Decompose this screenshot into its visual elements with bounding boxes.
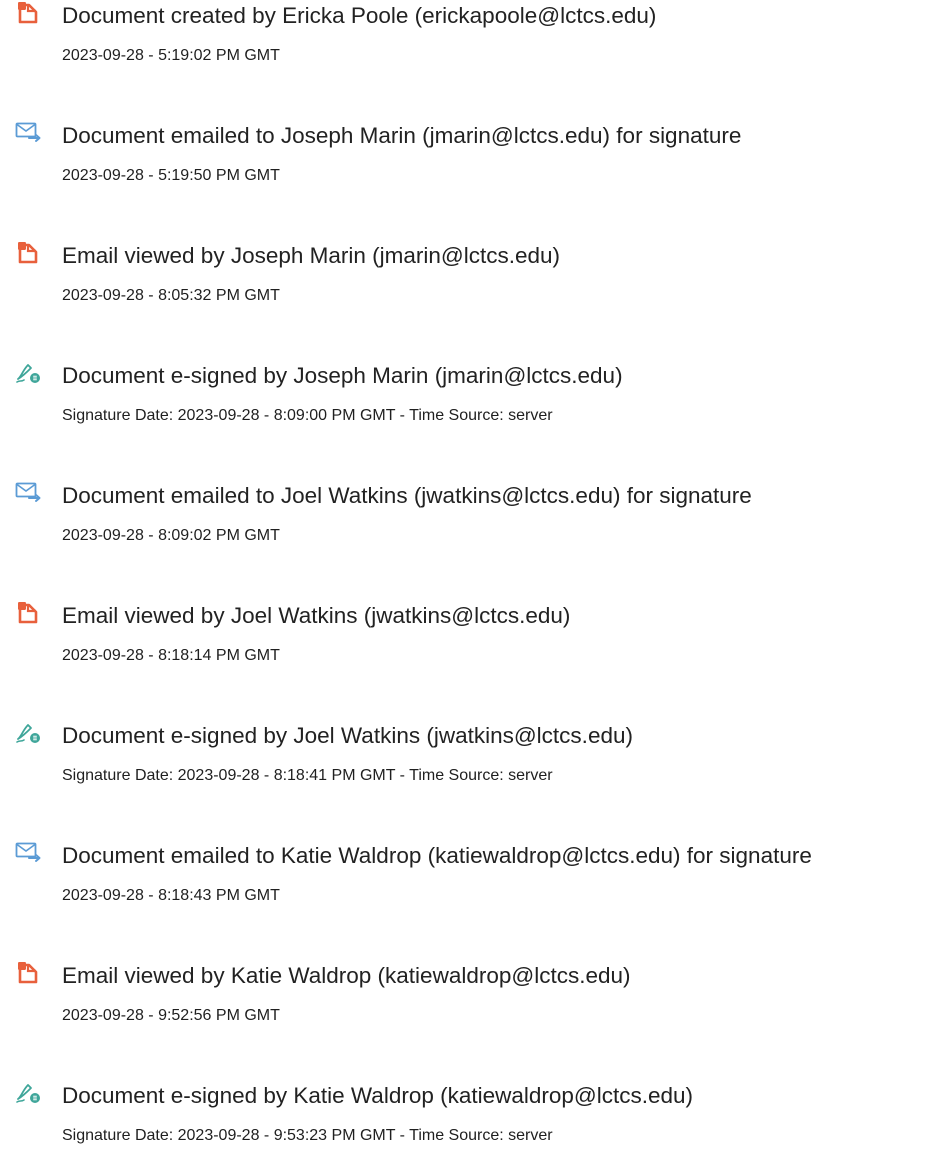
email-icon xyxy=(15,840,43,868)
document-icon xyxy=(15,960,43,988)
entry-title: Document e-signed by Katie Waldrop (kati… xyxy=(62,1083,694,1108)
esign-icon xyxy=(15,360,43,388)
entry-title: Document e-signed by Joseph Marin (jmari… xyxy=(62,363,623,388)
entry-timestamp: 2023-09-28 - 8:09:02 PM GMT xyxy=(62,527,280,544)
document-icon xyxy=(15,600,43,628)
log-entry: Document emailed to Joel Watkins (jwatki… xyxy=(0,480,952,560)
log-entry: Email viewed by Katie Waldrop (katiewald… xyxy=(0,960,952,1040)
entry-title: Document emailed to Joseph Marin (jmarin… xyxy=(62,123,742,148)
esign-icon xyxy=(15,720,43,748)
entry-timestamp: 2023-09-28 - 8:05:32 PM GMT xyxy=(62,287,280,304)
log-entry: Email viewed by Joseph Marin (jmarin@lct… xyxy=(0,240,952,320)
entry-title: Email viewed by Joseph Marin (jmarin@lct… xyxy=(62,243,561,268)
email-icon xyxy=(15,120,43,148)
document-icon xyxy=(15,0,43,28)
log-entry: Email viewed by Joel Watkins (jwatkins@l… xyxy=(0,600,952,680)
entry-title: Email viewed by Joel Watkins (jwatkins@l… xyxy=(62,603,571,628)
entry-timestamp: 2023-09-28 - 5:19:02 PM GMT xyxy=(62,47,280,64)
entry-timestamp: Signature Date: 2023-09-28 - 9:53:23 PM … xyxy=(62,1127,553,1144)
document-icon xyxy=(15,240,43,268)
email-icon xyxy=(15,480,43,508)
log-entry: Document e-signed by Joel Watkins (jwatk… xyxy=(0,720,952,800)
entry-timestamp: 2023-09-28 - 9:52:56 PM GMT xyxy=(62,1007,280,1024)
entry-title: Document emailed to Joel Watkins (jwatki… xyxy=(62,483,752,508)
entry-title: Document created by Ericka Poole (ericka… xyxy=(62,3,657,28)
esign-icon xyxy=(15,1080,43,1108)
log-entry: Document created by Ericka Poole (ericka… xyxy=(0,0,952,80)
entry-title: Email viewed by Katie Waldrop (katiewald… xyxy=(62,963,631,988)
log-entry: Document e-signed by Katie Waldrop (kati… xyxy=(0,1080,952,1160)
log-entry: Document e-signed by Joseph Marin (jmari… xyxy=(0,360,952,440)
entry-timestamp: 2023-09-28 - 8:18:14 PM GMT xyxy=(62,647,280,664)
log-entry: Document emailed to Katie Waldrop (katie… xyxy=(0,840,952,920)
entry-timestamp: 2023-09-28 - 5:19:50 PM GMT xyxy=(62,167,280,184)
entry-timestamp: Signature Date: 2023-09-28 - 8:18:41 PM … xyxy=(62,767,553,784)
entry-timestamp: Signature Date: 2023-09-28 - 8:09:00 PM … xyxy=(62,407,553,424)
entry-title: Document e-signed by Joel Watkins (jwatk… xyxy=(62,723,633,748)
entry-title: Document emailed to Katie Waldrop (katie… xyxy=(62,843,812,868)
log-entry: Document emailed to Joseph Marin (jmarin… xyxy=(0,120,952,200)
entry-timestamp: 2023-09-28 - 8:18:43 PM GMT xyxy=(62,887,280,904)
